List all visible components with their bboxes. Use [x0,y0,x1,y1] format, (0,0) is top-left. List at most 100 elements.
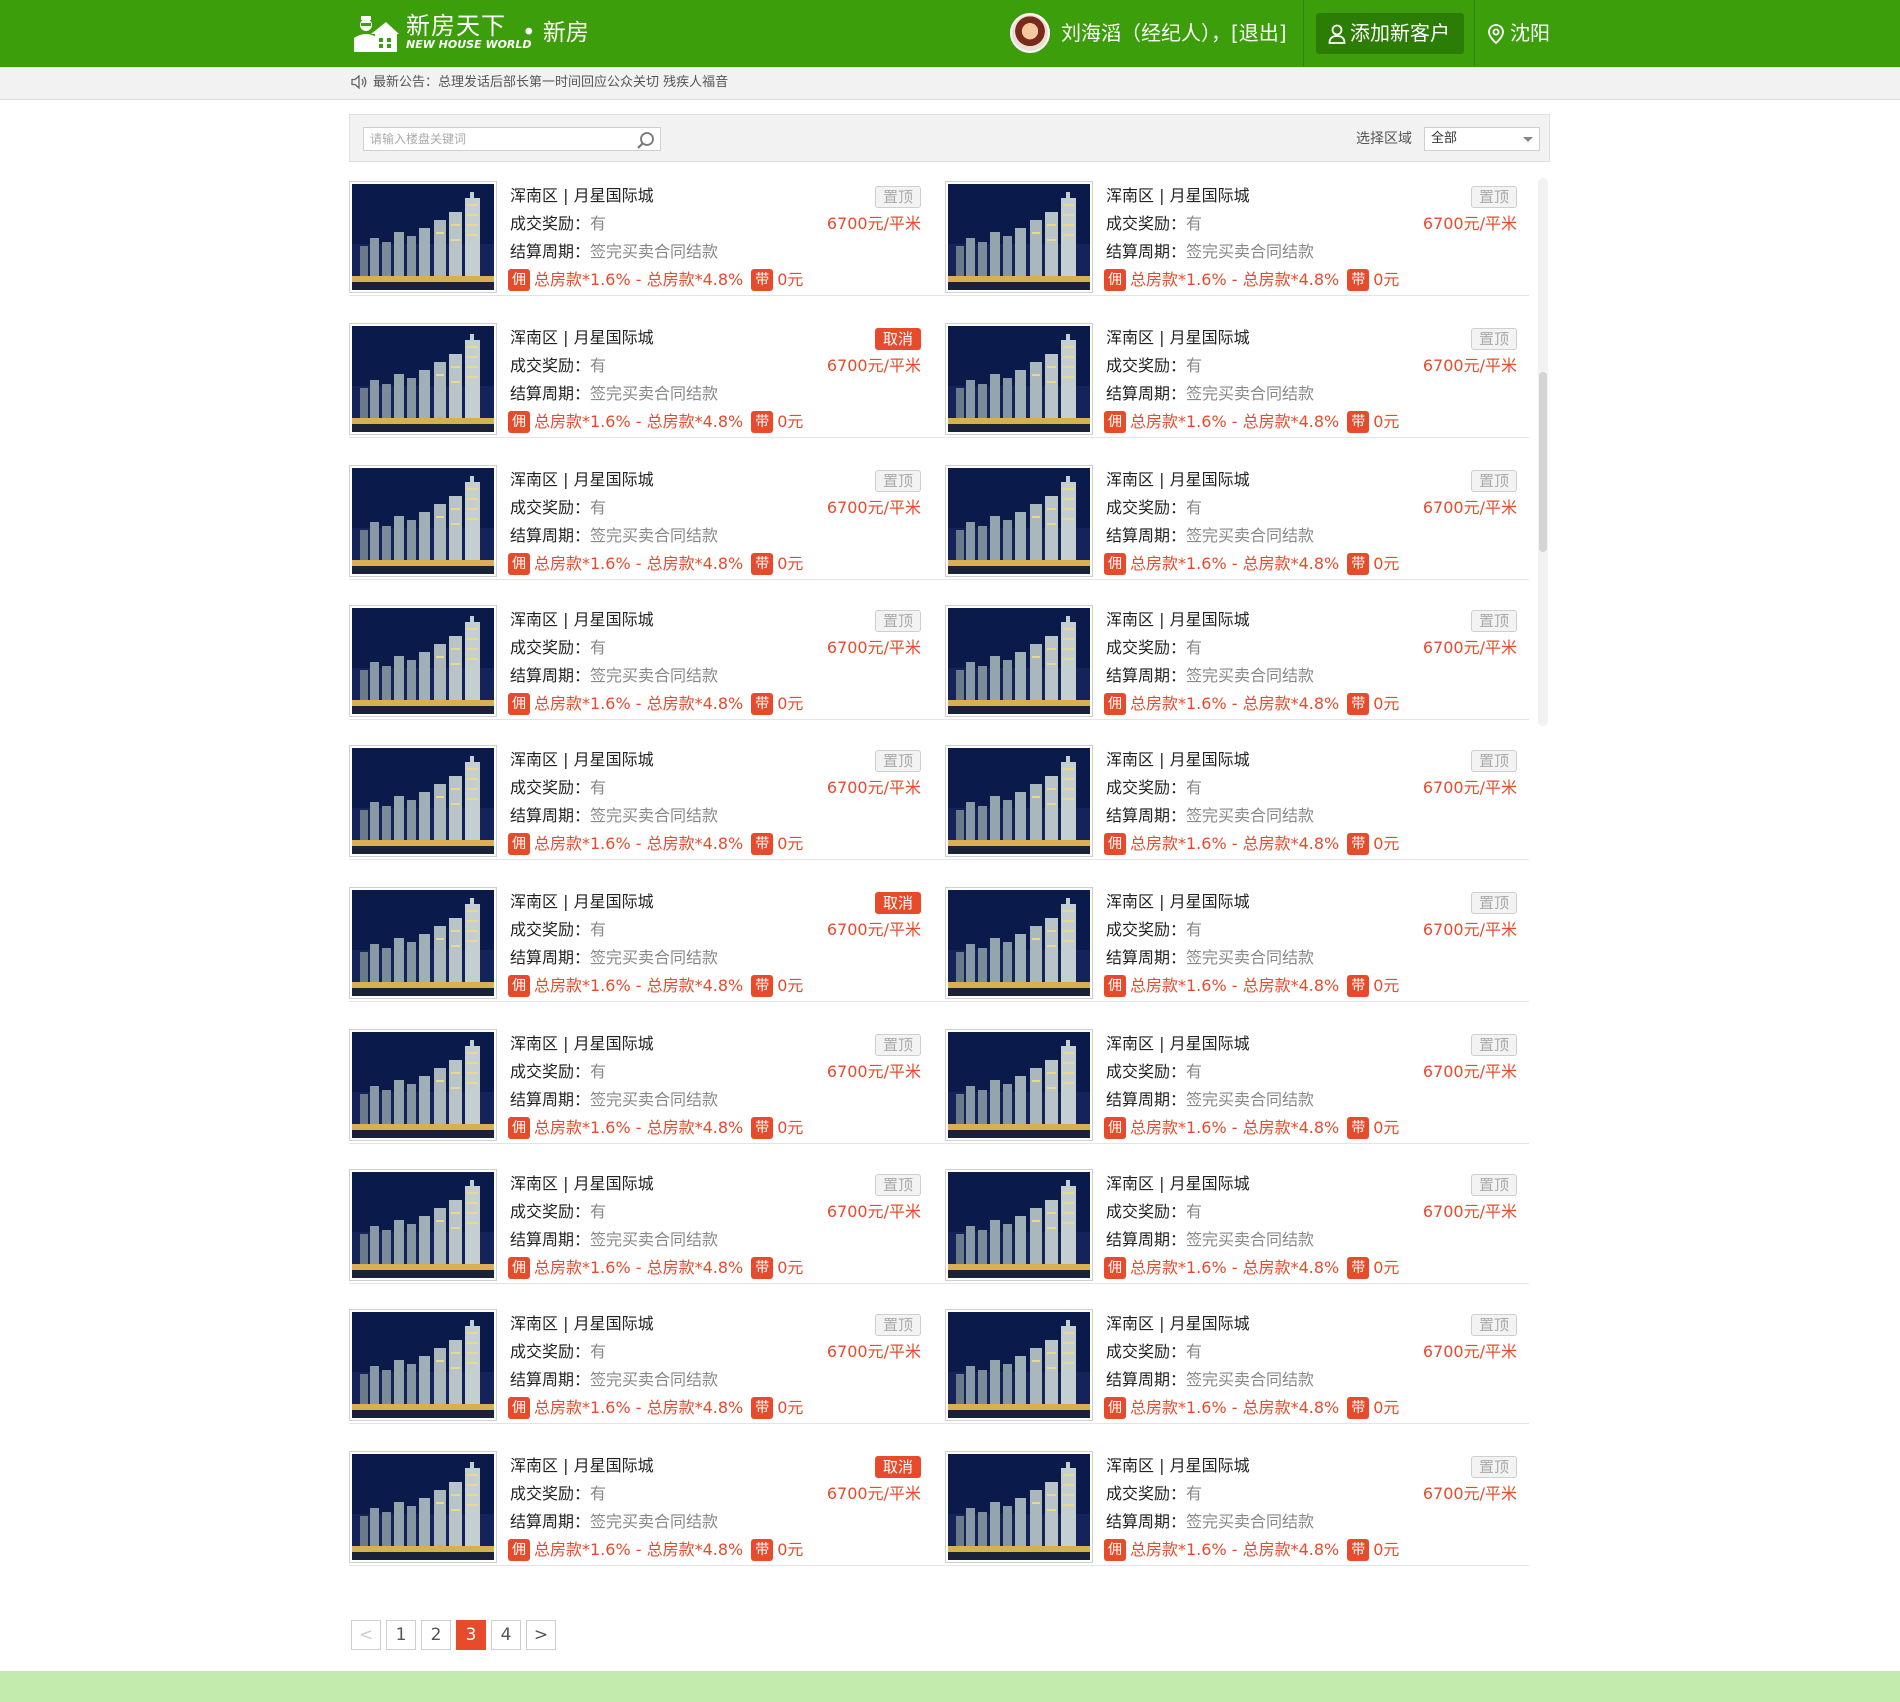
listing-card[interactable]: 浑南区 | 月星国际城 成交奖励：有 结算周期：签完买卖合同结款 佣总房款*1.… [945,1451,1525,1563]
page-button-3[interactable]: 3 [456,1620,486,1650]
listing-title[interactable]: 浑南区 | 月星国际城 [1106,1034,1250,1054]
listing-card[interactable]: 浑南区 | 月星国际城 成交奖励：有 结算周期：签完买卖合同结款 佣总房款*1.… [349,605,929,717]
listing-photo[interactable] [945,887,1093,999]
next-page-button[interactable]: > [526,1620,556,1650]
pin-button[interactable]: 置顶 [1471,892,1517,914]
listing-title[interactable]: 浑南区 | 月星国际城 [510,1174,654,1194]
prev-page-button[interactable]: < [351,1620,381,1650]
listing-card[interactable]: 浑南区 | 月星国际城 成交奖励：有 结算周期：签完买卖合同结款 佣总房款*1.… [349,1451,929,1563]
listing-photo[interactable] [945,745,1093,857]
pin-button[interactable]: 置顶 [875,750,921,772]
header-divider [1474,0,1475,67]
pin-button[interactable]: 置顶 [1471,750,1517,772]
cycle-label: 结算周期： [1106,1230,1187,1249]
listing-photo[interactable] [945,1309,1093,1421]
listing-title[interactable]: 浑南区 | 月星国际城 [1106,1174,1250,1194]
listing-title[interactable]: 浑南区 | 月星国际城 [1106,328,1250,348]
listing-photo[interactable] [349,1169,497,1281]
avatar[interactable] [1010,13,1050,53]
pin-button[interactable]: 置顶 [1471,1314,1517,1336]
listing-photo[interactable] [945,605,1093,717]
cancel-pin-button[interactable]: 取消 [875,892,921,914]
region-select[interactable]: 全部 [1424,127,1540,151]
listing-photo[interactable] [349,323,497,435]
listing-title[interactable]: 浑南区 | 月星国际城 [1106,892,1250,912]
pin-button[interactable]: 置顶 [1471,1174,1517,1196]
pin-button[interactable]: 置顶 [875,186,921,208]
pin-button[interactable]: 置顶 [875,1174,921,1196]
page-button-1[interactable]: 1 [386,1620,416,1650]
listing-title[interactable]: 浑南区 | 月星国际城 [1106,750,1250,770]
building-photo-icon [352,748,494,854]
city-selector[interactable]: 沈阳 [1486,19,1550,47]
commission-value: 总房款*1.6% - 总房款*4.8% [534,694,744,713]
listing-card[interactable]: 浑南区 | 月星国际城 成交奖励：有 结算周期：签完买卖合同结款 佣总房款*1.… [945,605,1525,717]
commission-value: 总房款*1.6% - 总房款*4.8% [1130,412,1340,431]
listing-title[interactable]: 浑南区 | 月星国际城 [1106,1456,1250,1476]
listing-title[interactable]: 浑南区 | 月星国际城 [510,328,654,348]
listing-card[interactable]: 浑南区 | 月星国际城 成交奖励：有 结算周期：签完买卖合同结款 佣总房款*1.… [945,465,1525,577]
listing-title[interactable]: 浑南区 | 月星国际城 [1106,1314,1250,1334]
pin-button[interactable]: 置顶 [1471,186,1517,208]
pin-button[interactable]: 置顶 [875,470,921,492]
listing-photo[interactable] [349,1029,497,1141]
listing-title[interactable]: 浑南区 | 月星国际城 [510,892,654,912]
announcement-text[interactable]: 最新公告：总理发话后部长第一时间回应公众关切 残疾人福音 [373,75,728,90]
listing-photo[interactable] [945,1029,1093,1141]
listing-card[interactable]: 浑南区 | 月星国际城 成交奖励：有 结算周期：签完买卖合同结款 佣总房款*1.… [945,1169,1525,1281]
search-input[interactable] [364,128,620,150]
listing-title[interactable]: 浑南区 | 月星国际城 [510,470,654,490]
pin-button[interactable]: 置顶 [875,1314,921,1336]
page-button-4[interactable]: 4 [491,1620,521,1650]
listing-title[interactable]: 浑南区 | 月星国际城 [510,1034,654,1054]
listing-card[interactable]: 浑南区 | 月星国际城 成交奖励：有 结算周期：签完买卖合同结款 佣总房款*1.… [945,181,1525,293]
listing-photo[interactable] [945,1169,1093,1281]
listing-card[interactable]: 浑南区 | 月星国际城 成交奖励：有 结算周期：签完买卖合同结款 佣总房款*1.… [349,887,929,999]
listing-photo[interactable] [945,1451,1093,1563]
listing-card[interactable]: 浑南区 | 月星国际城 成交奖励：有 结算周期：签完买卖合同结款 佣总房款*1.… [349,1309,929,1421]
listing-photo[interactable] [349,887,497,999]
listing-card[interactable]: 浑南区 | 月星国际城 成交奖励：有 结算周期：签完买卖合同结款 佣总房款*1.… [945,887,1525,999]
listing-title[interactable]: 浑南区 | 月星国际城 [510,1314,654,1334]
listing-photo[interactable] [349,465,497,577]
listing-card[interactable]: 浑南区 | 月星国际城 成交奖励：有 结算周期：签完买卖合同结款 佣总房款*1.… [349,745,929,857]
listing-photo[interactable] [945,465,1093,577]
cancel-pin-button[interactable]: 取消 [875,1456,921,1478]
listing-card[interactable]: 浑南区 | 月星国际城 成交奖励：有 结算周期：签完买卖合同结款 佣总房款*1.… [349,1169,929,1281]
listing-card[interactable]: 浑南区 | 月星国际城 成交奖励：有 结算周期：签完买卖合同结款 佣总房款*1.… [945,323,1525,435]
listing-title[interactable]: 浑南区 | 月星国际城 [510,1456,654,1476]
logout-link[interactable]: [退出] [1231,21,1287,45]
listing-photo[interactable] [945,181,1093,293]
pin-button[interactable]: 置顶 [875,610,921,632]
listing-photo[interactable] [945,323,1093,435]
pin-button[interactable]: 置顶 [1471,328,1517,350]
listing-card[interactable]: 浑南区 | 月星国际城 成交奖励：有 结算周期：签完买卖合同结款 佣总房款*1.… [349,465,929,577]
listing-photo[interactable] [349,605,497,717]
listing-title[interactable]: 浑南区 | 月星国际城 [1106,470,1250,490]
search-icon[interactable] [636,130,656,150]
listing-photo[interactable] [349,745,497,857]
listing-title[interactable]: 浑南区 | 月星国际城 [1106,186,1250,206]
listing-card[interactable]: 浑南区 | 月星国际城 成交奖励：有 结算周期：签完买卖合同结款 佣总房款*1.… [945,745,1525,857]
listing-card[interactable]: 浑南区 | 月星国际城 成交奖励：有 结算周期：签完买卖合同结款 佣总房款*1.… [945,1029,1525,1141]
add-client-button[interactable]: 添加新客户 [1316,13,1464,54]
page-button-2[interactable]: 2 [421,1620,451,1650]
pin-button[interactable]: 置顶 [1471,470,1517,492]
scrollbar-thumb[interactable] [1539,372,1547,552]
pin-button[interactable]: 置顶 [1471,1456,1517,1478]
listing-title[interactable]: 浑南区 | 月星国际城 [1106,610,1250,630]
listing-photo[interactable] [349,1309,497,1421]
listing-photo[interactable] [349,181,497,293]
listing-title[interactable]: 浑南区 | 月星国际城 [510,186,654,206]
listing-card[interactable]: 浑南区 | 月星国际城 成交奖励：有 结算周期：签完买卖合同结款 佣总房款*1.… [349,181,929,293]
pin-button[interactable]: 置顶 [875,1034,921,1056]
listing-card[interactable]: 浑南区 | 月星国际城 成交奖励：有 结算周期：签完买卖合同结款 佣总房款*1.… [349,1029,929,1141]
listing-title[interactable]: 浑南区 | 月星国际城 [510,750,654,770]
cancel-pin-button[interactable]: 取消 [875,328,921,350]
listing-photo[interactable] [349,1451,497,1563]
pin-button[interactable]: 置顶 [1471,1034,1517,1056]
listing-title[interactable]: 浑南区 | 月星国际城 [510,610,654,630]
listing-card[interactable]: 浑南区 | 月星国际城 成交奖励：有 结算周期：签完买卖合同结款 佣总房款*1.… [349,323,929,435]
listing-card[interactable]: 浑南区 | 月星国际城 成交奖励：有 结算周期：签完买卖合同结款 佣总房款*1.… [945,1309,1525,1421]
pin-button[interactable]: 置顶 [1471,610,1517,632]
